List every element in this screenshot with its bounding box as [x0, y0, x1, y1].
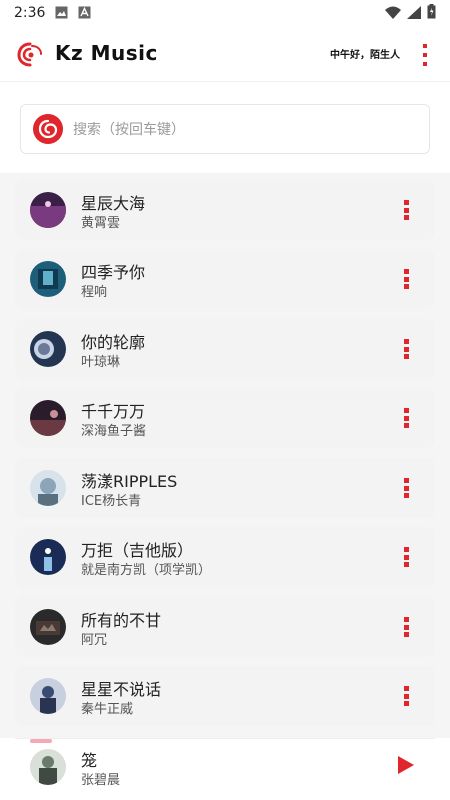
now-playing-card[interactable]: 笼 张碧晨	[15, 738, 435, 798]
song-item[interactable]: 所有的不甘 阿冗	[15, 597, 435, 657]
song-item[interactable]: 星星不说话 秦牛正威	[15, 666, 435, 726]
app-logo-icon	[16, 40, 44, 68]
song-item[interactable]: 星辰大海 黄霄雲	[15, 180, 435, 240]
song-item[interactable]: 千千万万 深海鱼子酱	[15, 388, 435, 448]
app-title: Kz Music	[55, 41, 158, 65]
now-playing-title: 笼	[81, 751, 98, 770]
song-cover	[30, 609, 66, 645]
play-icon[interactable]	[397, 755, 415, 775]
progress-accent	[30, 739, 52, 743]
song-cover	[30, 331, 66, 367]
battery-icon	[427, 3, 436, 23]
song-cover	[30, 192, 66, 228]
song-item[interactable]: 荡漾RIPPLES ICE杨长青	[15, 458, 435, 518]
song-item[interactable]: 万拒（吉他版） 就是南方凯（项学凯）	[15, 527, 435, 587]
song-artist: 叶琼琳	[81, 355, 121, 370]
song-cover	[30, 261, 66, 297]
overflow-dot	[423, 44, 427, 48]
song-artist: 就是南方凯（项学凯）	[81, 563, 212, 578]
overflow-menu-button[interactable]	[414, 42, 436, 68]
status-time: 2:36	[14, 5, 46, 21]
song-artist: 程响	[81, 285, 108, 300]
wifi-icon	[385, 4, 401, 23]
song-cover	[30, 400, 66, 436]
song-title: 千千万万	[81, 402, 146, 421]
a-notification-icon	[78, 4, 91, 23]
now-playing-cover	[30, 749, 66, 785]
song-list[interactable]: 星辰大海 黄霄雲 四季予你 程响 你的轮廓 叶琼琳 千千万万 深海鱼子酱 荡漾R…	[0, 173, 450, 738]
song-item[interactable]: 你的轮廓 叶琼琳	[15, 319, 435, 379]
song-more-button[interactable]	[403, 617, 409, 637]
overflow-dot	[423, 53, 427, 57]
greeting-text: 中午好，陌生人	[330, 50, 400, 61]
screen: 2:36 Kz Music 中午好，陌生人 搜索（按回车键） 星辰大海 黄霄雲 …	[0, 0, 450, 800]
song-item[interactable]: 四季予你 程响	[15, 249, 435, 309]
signal-icon	[407, 4, 421, 23]
song-more-button[interactable]	[403, 269, 409, 289]
now-playing-artist: 张碧晨	[81, 773, 121, 788]
song-artist: 深海鱼子酱	[81, 424, 147, 439]
song-more-button[interactable]	[403, 339, 409, 359]
status-bar: 2:36	[0, 0, 450, 26]
song-artist: ICE杨长青	[81, 494, 142, 509]
song-artist: 阿冗	[81, 633, 108, 648]
search-placeholder: 搜索（按回车键）	[73, 122, 185, 138]
song-title: 你的轮廓	[81, 333, 146, 352]
song-title: 荡漾RIPPLES	[81, 472, 178, 491]
song-title: 四季予你	[81, 263, 146, 282]
song-title: 所有的不甘	[81, 611, 162, 630]
song-artist: 黄霄雲	[81, 216, 121, 231]
song-cover	[30, 539, 66, 575]
song-more-button[interactable]	[403, 478, 409, 498]
song-cover	[30, 470, 66, 506]
song-title: 星星不说话	[81, 680, 162, 699]
song-title: 星辰大海	[81, 194, 146, 213]
song-more-button[interactable]	[403, 200, 409, 220]
overflow-dot	[423, 62, 427, 66]
song-more-button[interactable]	[403, 408, 409, 428]
image-icon	[55, 4, 68, 23]
now-playing-bar[interactable]: 笼 张碧晨	[0, 738, 450, 800]
song-more-button[interactable]	[403, 547, 409, 567]
song-more-button[interactable]	[403, 686, 409, 706]
song-title: 万拒（吉他版）	[81, 541, 194, 560]
app-bar: Kz Music 中午好，陌生人	[0, 26, 450, 82]
search-input[interactable]: 搜索（按回车键）	[20, 104, 430, 154]
song-cover	[30, 678, 66, 714]
netease-music-icon	[33, 114, 63, 144]
song-artist: 秦牛正威	[81, 702, 134, 717]
